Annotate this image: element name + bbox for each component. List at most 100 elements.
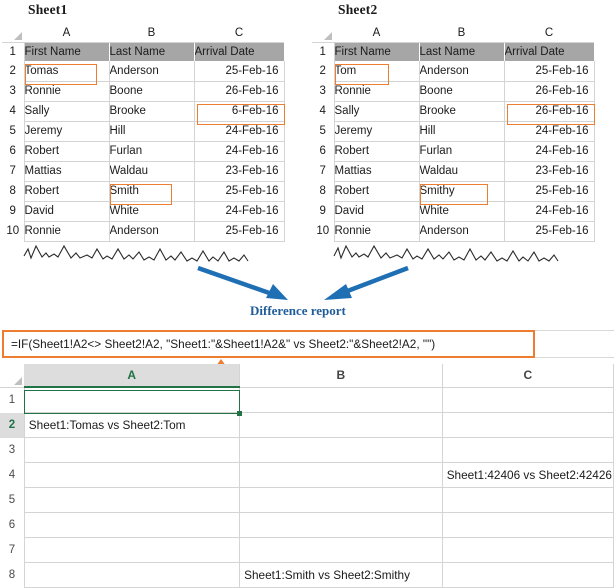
sheet1-select-all-corner[interactable] [2,24,24,42]
sheet1-rownum[interactable]: 9 [2,201,24,221]
sheet1-rownum[interactable]: 5 [2,121,24,141]
sheet2-cell-a10[interactable]: Ronnie [334,221,419,241]
result-cell-a4[interactable] [24,463,239,488]
sheet2-col-c[interactable]: C [504,24,594,42]
sheet1-cell-a9[interactable]: David [24,201,109,221]
sheet2-cell-c8[interactable]: 25-Feb-16 [504,181,594,201]
result-cell-b8[interactable]: Sheet1:Smith vs Sheet2:Smithy [240,563,443,588]
sheet2-cell-c7[interactable]: 23-Feb-16 [504,161,594,181]
sheet1-col-b[interactable]: B [109,24,194,42]
sheet1-rownum[interactable]: 8 [2,181,24,201]
result-cell-c5[interactable] [442,488,613,513]
sheet2-rownum[interactable]: 5 [312,121,334,141]
result-cell-a2[interactable]: Sheet1:Tomas vs Sheet2:Tom [24,413,239,438]
sheet1-cell-a2[interactable]: Tomas [24,61,109,81]
sheet2-cell-b4[interactable]: Brooke [419,101,504,121]
result-cell-c6[interactable] [442,513,613,538]
result-cell-b7[interactable] [240,538,443,563]
result-col-b[interactable]: B [240,364,443,387]
sheet2-cell-a6[interactable]: Robert [334,141,419,161]
sheet1-cell-b9[interactable]: White [109,201,194,221]
result-cell-a7[interactable] [24,538,239,563]
sheet2-cell-c9[interactable]: 24-Feb-16 [504,201,594,221]
sheet2-cell-c6[interactable]: 24-Feb-16 [504,141,594,161]
result-cell-a1[interactable] [24,387,239,413]
sheet1-cell-b8[interactable]: Smith [109,181,194,201]
result-cell-c1[interactable] [442,387,613,413]
sheet2-cell-b10[interactable]: Anderson [419,221,504,241]
result-cell-c4[interactable]: Sheet1:42406 vs Sheet2:42426 [442,463,613,488]
result-cell-c7[interactable] [442,538,613,563]
sheet2-cell-b8[interactable]: Smithy [419,181,504,201]
sheet1-rownum[interactable]: 4 [2,101,24,121]
result-cell-a6[interactable] [24,513,239,538]
result-col-a[interactable]: A [24,364,239,387]
result-cell-a3[interactable] [24,438,239,463]
sheet2-cell-b5[interactable]: Hill [419,121,504,141]
sheet1-cell-a7[interactable]: Mattias [24,161,109,181]
result-cell-b6[interactable] [240,513,443,538]
sheet1-cell-a8[interactable]: Robert [24,181,109,201]
sheet2-rownum[interactable]: 7 [312,161,334,181]
sheet1-cell-b7[interactable]: Waldau [109,161,194,181]
result-rownum[interactable]: 4 [0,463,24,488]
sheet1-cell-b3[interactable]: Boone [109,81,194,101]
result-rownum[interactable]: 1 [0,387,24,413]
sheet1-cell-b2[interactable]: Anderson [109,61,194,81]
sheet2-rownum-1[interactable]: 1 [312,42,334,61]
sheet1-cell-a5[interactable]: Jeremy [24,121,109,141]
result-cell-c2[interactable] [442,413,613,438]
sheet2-cell-c2[interactable]: 25-Feb-16 [504,61,594,81]
sheet2-cell-c10[interactable]: 25-Feb-16 [504,221,594,241]
sheet2-cell-a2[interactable]: Tom [334,61,419,81]
result-cell-a8[interactable] [24,563,239,588]
result-cell-b3[interactable] [240,438,443,463]
result-col-c[interactable]: C [442,364,613,387]
sheet1-rownum[interactable]: 6 [2,141,24,161]
sheet1-rownum[interactable]: 10 [2,221,24,241]
sheet1-cell-b5[interactable]: Hill [109,121,194,141]
sheet1-cell-a6[interactable]: Robert [24,141,109,161]
sheet2-rownum[interactable]: 8 [312,181,334,201]
sheet1-cell-a3[interactable]: Ronnie [24,81,109,101]
sheet2-rownum[interactable]: 6 [312,141,334,161]
sheet2-cell-c3[interactable]: 26-Feb-16 [504,81,594,101]
sheet1-cell-b4[interactable]: Brooke [109,101,194,121]
sheet1-cell-c4[interactable]: 6-Feb-16 [194,101,284,121]
sheet1-rownum[interactable]: 3 [2,81,24,101]
sheet2-cell-b9[interactable]: White [419,201,504,221]
sheet2-cell-a4[interactable]: Sally [334,101,419,121]
sheet1-cell-c10[interactable]: 25-Feb-16 [194,221,284,241]
result-rownum[interactable]: 7 [0,538,24,563]
sheet2-rownum[interactable]: 4 [312,101,334,121]
sheet2-cell-c4[interactable]: 26-Feb-16 [504,101,594,121]
sheet2-rownum[interactable]: 2 [312,61,334,81]
result-cell-a5[interactable] [24,488,239,513]
result-rownum[interactable]: 6 [0,513,24,538]
sheet2-cell-b3[interactable]: Boone [419,81,504,101]
sheet1-col-a[interactable]: A [24,24,109,42]
sheet1-cell-b6[interactable]: Furlan [109,141,194,161]
sheet1-grid[interactable]: A B C 1 First Name Last Name Arrival Dat… [2,24,285,242]
sheet2-select-all-corner[interactable] [312,24,334,42]
result-cell-c3[interactable] [442,438,613,463]
result-rownum[interactable]: 5 [0,488,24,513]
sheet1-cell-c6[interactable]: 24-Feb-16 [194,141,284,161]
sheet2-cell-a5[interactable]: Jeremy [334,121,419,141]
sheet1-cell-b10[interactable]: Anderson [109,221,194,241]
sheet2-col-a[interactable]: A [334,24,419,42]
sheet2-cell-c5[interactable]: 24-Feb-16 [504,121,594,141]
sheet2-col-b[interactable]: B [419,24,504,42]
sheet2-cell-a3[interactable]: Ronnie [334,81,419,101]
sheet2-cell-b7[interactable]: Waldau [419,161,504,181]
result-cell-b2[interactable] [240,413,443,438]
result-grid[interactable]: A B C 1 2Sheet1:Tomas vs Sheet2:Tom 3 4S… [0,364,614,588]
sheet2-cell-b6[interactable]: Furlan [419,141,504,161]
result-select-all-corner[interactable] [0,364,24,387]
sheet1-rownum[interactable]: 7 [2,161,24,181]
sheet1-rownum[interactable]: 2 [2,61,24,81]
sheet1-cell-a10[interactable]: Ronnie [24,221,109,241]
sheet2-rownum[interactable]: 3 [312,81,334,101]
sheet1-cell-c8[interactable]: 25-Feb-16 [194,181,284,201]
sheet1-rownum-1[interactable]: 1 [2,42,24,61]
